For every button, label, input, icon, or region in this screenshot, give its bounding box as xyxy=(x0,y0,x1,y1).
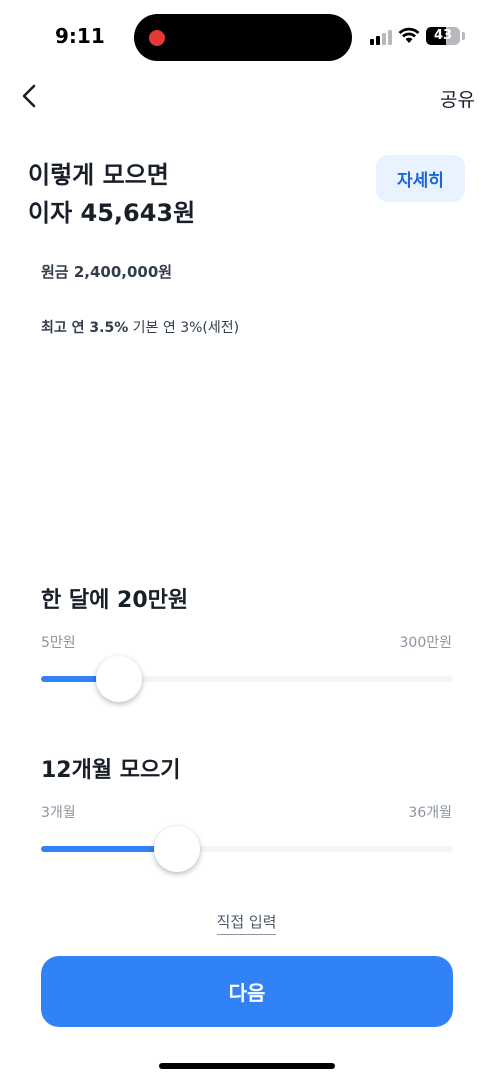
monthly-min-label: 5만원 xyxy=(41,635,76,651)
detail-button[interactable]: 자세히 xyxy=(376,155,465,202)
share-button[interactable]: 공유 xyxy=(440,85,475,112)
page-title: 이렇게 모으면 이자 45,643원 xyxy=(28,156,195,232)
monthly-max-label: 300만원 xyxy=(399,635,452,651)
period-slider[interactable] xyxy=(41,826,453,872)
period-slider-thumb[interactable] xyxy=(154,826,201,872)
monthly-slider-thumb[interactable] xyxy=(95,656,142,702)
wifi-icon xyxy=(398,27,420,43)
direct-input-container: 직접 입력 xyxy=(0,911,493,935)
recording-indicator-icon xyxy=(149,30,165,46)
battery-icon: 43 xyxy=(426,27,460,45)
headline-interest: 이자 45,643원 xyxy=(28,199,196,227)
period-min-label: 3개월 xyxy=(41,805,76,821)
status-time: 9:11 xyxy=(55,24,105,48)
back-chevron-icon[interactable] xyxy=(18,80,42,112)
cellular-signal-icon xyxy=(370,29,392,45)
max-rate: 최고 연 3.5% xyxy=(41,320,129,336)
battery-level: 43 xyxy=(433,28,453,43)
home-indicator xyxy=(159,1063,335,1069)
base-rate: 기본 연 3%(세전) xyxy=(132,320,240,336)
headline-line-1: 이렇게 모으면 xyxy=(28,161,169,189)
period-max-label: 36개월 xyxy=(408,805,452,821)
period-title: 12개월 모으기 xyxy=(41,758,181,783)
direct-input-link[interactable]: 직접 입력 xyxy=(216,913,277,935)
principal-amount: 원금 2,400,000원 xyxy=(41,263,173,281)
status-bar: 9:11 43 xyxy=(0,0,493,76)
interest-rate-info: 최고 연 3.5% 기본 연 3%(세전) xyxy=(41,317,239,337)
dynamic-island xyxy=(134,14,352,61)
next-button[interactable]: 다음 xyxy=(41,956,453,1027)
monthly-amount-title: 한 달에 20만원 xyxy=(41,588,189,613)
battery-tip xyxy=(462,32,465,40)
monthly-amount-slider[interactable] xyxy=(41,656,453,702)
